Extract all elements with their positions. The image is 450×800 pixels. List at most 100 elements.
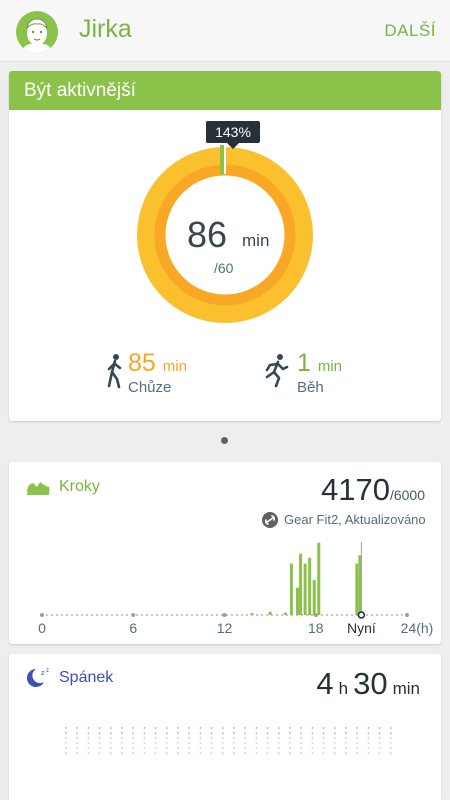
baseline-dot	[91, 614, 93, 616]
sleep-dot	[87, 747, 90, 749]
steps-count: 4170/6000	[321, 472, 425, 508]
sleep-dot	[255, 742, 258, 744]
baseline-dot	[76, 614, 78, 616]
baseline-dot	[166, 614, 168, 616]
sleep-dot	[188, 737, 191, 739]
steps-bar	[296, 587, 299, 615]
moon-icon: z z	[26, 668, 49, 687]
steps-bar	[299, 553, 303, 615]
steps-value: 4170	[320, 472, 390, 507]
sleep-dot	[389, 737, 392, 739]
sleep-dot	[266, 737, 269, 739]
baseline-dot	[366, 614, 368, 616]
baseline-dot	[126, 614, 128, 616]
activity-card[interactable]: Být aktivnější 143% 86 min /60 85 min Ch…	[9, 71, 441, 421]
sleep-dot	[300, 737, 303, 739]
steps-title: Kroky	[59, 478, 100, 495]
x-tick-label: 18	[308, 620, 324, 636]
sleep-dot	[199, 737, 202, 739]
sleep-dot	[289, 727, 291, 729]
sleep-dot	[121, 747, 123, 749]
sleep-dot	[143, 752, 146, 754]
sleep-dot	[255, 732, 258, 734]
sleep-dot	[109, 742, 112, 744]
sleep-dot	[277, 732, 280, 734]
sleep-dot	[221, 742, 224, 744]
baseline-dot	[116, 614, 118, 616]
user-name[interactable]: Jirka	[79, 15, 132, 44]
sleep-title: Spánek	[59, 669, 114, 686]
baseline-dot	[396, 614, 398, 616]
sleep-minutes-unit: min	[392, 679, 420, 698]
baseline-dot	[71, 614, 73, 616]
run-minutes: 1 min	[297, 349, 342, 378]
sleep-dot	[165, 747, 168, 749]
sleep-dot	[188, 747, 191, 749]
baseline-dot	[231, 614, 233, 616]
baseline-dot	[256, 614, 258, 616]
sleep-dot	[165, 737, 168, 739]
sleep-dot	[65, 737, 67, 739]
x-tick-label: 12	[217, 620, 233, 636]
percent-badge: 143%	[206, 121, 260, 149]
sleep-dot	[132, 732, 135, 734]
sleep-dot	[356, 727, 359, 729]
sleep-dot	[345, 747, 347, 749]
sleep-dot	[165, 742, 168, 744]
steps-card[interactable]: Kroky 4170/6000 Gear Fit2, Aktualizováno…	[9, 462, 441, 644]
sleep-dot	[143, 742, 146, 744]
x-tick-label: Nyní	[347, 620, 376, 636]
sleep-dot	[378, 747, 381, 749]
sleep-dot	[109, 737, 112, 739]
sleep-dot	[233, 752, 235, 754]
walk-label: Chůze	[128, 379, 172, 396]
sleep-dot	[244, 737, 247, 739]
sleep-dot	[300, 742, 303, 744]
sleep-hours-unit: h	[338, 679, 349, 698]
x-tick-label: 6	[129, 620, 137, 636]
sleep-card[interactable]: z z Spánek 4 h 30 min	[9, 654, 441, 800]
baseline-dot	[266, 614, 268, 616]
sleep-dot	[154, 742, 157, 744]
more-button[interactable]: DALŠÍ	[384, 21, 436, 41]
baseline-dot	[246, 614, 248, 616]
sleep-dot	[367, 727, 370, 729]
sleep-dot	[98, 742, 101, 744]
sleep-dot	[356, 747, 359, 749]
total-minutes-unit: min	[242, 231, 270, 250]
baseline-dot	[331, 614, 333, 616]
avatar[interactable]	[16, 11, 58, 53]
sleep-dot	[266, 732, 269, 734]
sleep-dot	[266, 742, 269, 744]
sleep-dot	[121, 742, 123, 744]
sleep-dot	[345, 727, 347, 729]
sleep-dot	[210, 752, 213, 754]
sleep-dot	[65, 742, 67, 744]
sleep-dot	[177, 732, 179, 734]
sleep-dot	[289, 752, 291, 754]
sleep-dot	[233, 732, 235, 734]
sleep-dot	[143, 737, 146, 739]
sleep-dot	[356, 737, 359, 739]
sleep-dot	[356, 752, 359, 754]
sleep-dot	[244, 752, 247, 754]
sleep-dot	[109, 732, 112, 734]
baseline-dot	[346, 614, 348, 616]
sleep-duration: 4 h 30 min	[316, 666, 425, 702]
sleep-dot	[277, 727, 280, 729]
x-tick-label: 0	[38, 620, 46, 636]
baseline-dot	[326, 614, 328, 616]
sleep-dot	[199, 742, 202, 744]
sleep-chart	[65, 727, 392, 754]
sleep-dot	[389, 732, 392, 734]
sleep-dot	[76, 747, 79, 749]
sleep-dot	[333, 732, 336, 734]
baseline-dot	[121, 614, 123, 616]
baseline-dot	[196, 614, 198, 616]
sleep-dot	[132, 727, 135, 729]
activity-card-title: Být aktivnější	[9, 71, 441, 110]
sleep-dot	[76, 742, 79, 744]
baseline-dot	[371, 614, 373, 616]
sleep-dot	[210, 727, 213, 729]
sleep-dot	[345, 752, 347, 754]
